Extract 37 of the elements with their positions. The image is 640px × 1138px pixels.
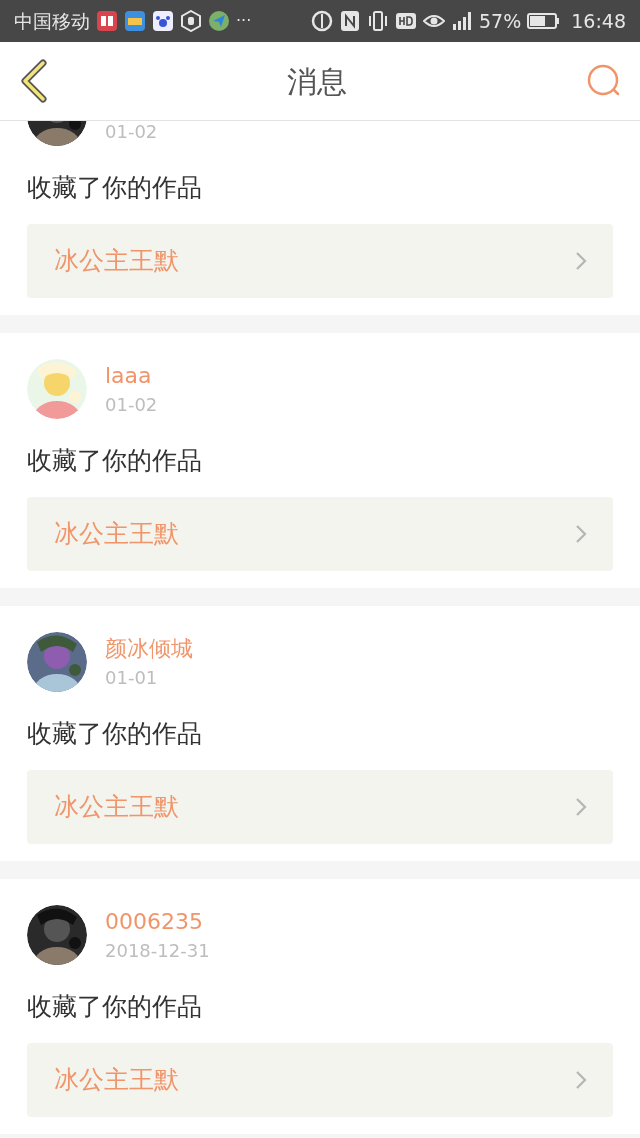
work-link[interactable]: 冰公主王默 [27,770,613,844]
chevron-right-icon [575,524,587,544]
message-date: 01-02 [105,393,158,417]
back-icon[interactable] [18,59,48,103]
signal-icon [451,10,473,32]
page-title: 消息 [287,62,347,101]
message-text: 收藏了你的作品 [27,718,202,750]
message-date: 2018-12-31 [105,939,210,963]
chevron-right-icon [575,797,587,817]
send-app-icon [208,10,230,32]
work-title: 冰公主王默 [54,791,179,824]
nfc-icon [339,10,361,32]
clock-time: 16:48 [571,8,626,34]
user-name[interactable]: 0006235 [105,907,210,937]
work-link[interactable]: 冰公主王默 [27,224,613,298]
user-name[interactable]: laaa [105,361,158,391]
paw-app-icon [152,10,174,32]
vibrate-icon [367,10,389,32]
user-name[interactable]: 颜冰倾城 [105,634,193,664]
more-notifications: ··· [236,10,252,32]
battery-icon [527,10,562,32]
work-title: 冰公主王默 [54,1064,179,1097]
work-link[interactable]: 冰公主王默 [27,1043,613,1117]
work-link[interactable]: 冰公主王默 [27,497,613,571]
book-app-icon [96,10,118,32]
chevron-right-icon [575,251,587,271]
message-text: 收藏了你的作品 [27,991,202,1023]
carrier-name: 中国移动 [14,8,90,34]
message-date: 01-02 [105,121,158,144]
battery-percent: 57% [479,8,522,34]
work-title: 冰公主王默 [54,245,179,278]
hd-icon [395,10,417,32]
message-text: 收藏了你的作品 [27,445,202,477]
chevron-right-icon [575,1070,587,1090]
message-date: 01-01 [105,666,159,690]
work-title: 冰公主王默 [54,518,179,551]
message-text: 收藏了你的作品 [27,172,202,204]
